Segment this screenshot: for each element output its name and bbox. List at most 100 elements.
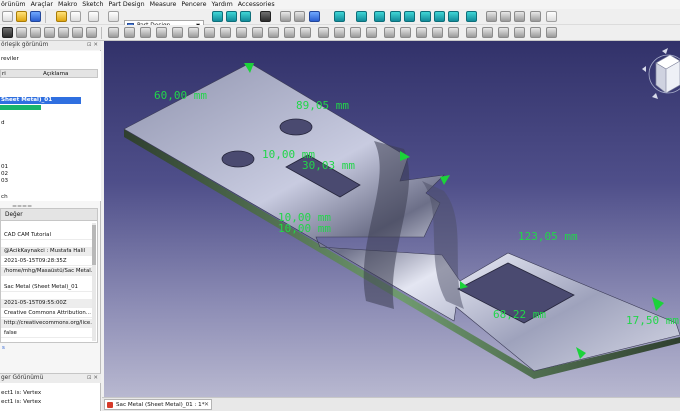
additive-pipe-icon[interactable]: [220, 27, 231, 38]
sheet-metal-bend-icon[interactable]: [514, 27, 525, 38]
dimension-label[interactable]: 89,05 mm: [296, 99, 349, 112]
tree-item-selected[interactable]: Sheet Metal)_01: [0, 97, 81, 104]
workbench-icon[interactable]: [108, 11, 119, 22]
fit-selection-icon[interactable]: [226, 11, 237, 22]
menu-part-design[interactable]: Part Design: [108, 1, 144, 8]
rear-view-icon[interactable]: [420, 11, 431, 22]
draft-icon[interactable]: [284, 27, 295, 38]
menu-accessories[interactable]: Accessories: [238, 1, 275, 8]
polar-pattern-icon[interactable]: [350, 27, 361, 38]
measure-distance-icon[interactable]: [466, 11, 477, 22]
document-tab[interactable]: Sac Metal (Sheet Metal)_01 : 1* ✕: [104, 399, 212, 410]
dimension-label[interactable]: 123,05 mm: [518, 230, 578, 243]
create-body-icon[interactable]: [2, 27, 13, 38]
sheet-metal-junction-icon[interactable]: [498, 27, 509, 38]
rectangle-icon[interactable]: [72, 27, 83, 38]
open-folder-icon[interactable]: [16, 11, 27, 22]
property-editor[interactable]: Değer CAD CAM Tutorial @AcikKaynakci : M…: [0, 208, 98, 343]
additive-loft-icon[interactable]: [204, 27, 215, 38]
close-icon[interactable]: ✕: [204, 400, 209, 410]
circle-icon[interactable]: [86, 27, 97, 38]
constraint-icon[interactable]: [108, 27, 119, 38]
stereo-icon[interactable]: [260, 11, 271, 22]
sheet-metal-extend-icon[interactable]: [416, 27, 427, 38]
hole-feature[interactable]: [279, 118, 313, 136]
sheet-metal-form-icon[interactable]: [546, 27, 557, 38]
cut-icon[interactable]: [56, 11, 67, 22]
part-icon[interactable]: [486, 11, 497, 22]
vertex-marker[interactable]: [652, 297, 664, 311]
new-document-icon[interactable]: [2, 11, 13, 22]
menu-window[interactable]: Pencere: [181, 1, 206, 8]
groove-icon[interactable]: [188, 27, 199, 38]
tree-item[interactable]: ch: [1, 194, 8, 200]
fit-all-icon[interactable]: [212, 11, 223, 22]
left-view-icon[interactable]: [448, 11, 459, 22]
polyline-icon[interactable]: [44, 27, 55, 38]
tree-item[interactable]: 01: [1, 164, 8, 170]
draw-style-icon[interactable]: [240, 11, 251, 22]
property-value[interactable]: false: [1, 329, 93, 338]
property-scrollbar[interactable]: [92, 223, 96, 341]
front-view-icon[interactable]: [374, 11, 385, 22]
menu-view[interactable]: örünüm: [1, 1, 26, 8]
tree-item-highlight[interactable]: [0, 105, 41, 110]
tree-item[interactable]: 03: [1, 178, 8, 184]
viewport-canvas[interactable]: 60,00 mm 89,05 mm 10,00 mm 30,03 mm 10,0…: [104, 41, 680, 397]
revolution-icon[interactable]: [140, 27, 151, 38]
menu-macro[interactable]: Makro: [58, 1, 77, 8]
tree-item[interactable]: d: [1, 120, 5, 126]
link-icon[interactable]: [514, 11, 525, 22]
property-value[interactable]: 2021-05-15T09:55:00Z: [1, 299, 93, 308]
whats-this-icon[interactable]: [546, 11, 557, 22]
dimension-label[interactable]: 68,22 mm: [493, 308, 546, 321]
paste-icon[interactable]: [88, 11, 99, 22]
mirror-icon[interactable]: [318, 27, 329, 38]
panel-float-close-icon[interactable]: ⊡ ✕: [87, 41, 98, 50]
panel-float-close-icon[interactable]: ⊡ ✕: [87, 374, 98, 383]
menu-tools[interactable]: Araçlar: [31, 1, 53, 8]
create-sketch-icon[interactable]: [16, 27, 27, 38]
pad-icon[interactable]: [124, 27, 135, 38]
zoom-icon[interactable]: [334, 11, 345, 22]
property-value[interactable]: 2021-05-15T09:28:35Z: [1, 257, 93, 266]
top-view-icon[interactable]: [390, 11, 401, 22]
sheet-metal-wall-icon[interactable]: [400, 27, 411, 38]
property-value[interactable]: Sac Metal (Sheet Metal)_01: [1, 283, 93, 292]
property-value[interactable]: CAD CAM Tutorial: [1, 231, 93, 240]
navigation-cube[interactable]: [642, 48, 680, 99]
menu-measure[interactable]: Measure: [150, 1, 177, 8]
hole-icon[interactable]: [172, 27, 183, 38]
combo-view-tab[interactable]: s: [0, 345, 98, 353]
dimension-label[interactable]: 30,03 mm: [302, 159, 355, 172]
property-value[interactable]: Creative Commons Attribution...: [1, 309, 93, 318]
3d-viewport[interactable]: 60,00 mm 89,05 mm 10,00 mm 30,03 mm 10,0…: [104, 41, 680, 397]
right-view-icon[interactable]: [404, 11, 415, 22]
isometric-view-icon[interactable]: [356, 11, 367, 22]
pocket-icon[interactable]: [156, 27, 167, 38]
dimension-label[interactable]: 17,50 mm: [626, 314, 679, 327]
dimension-label[interactable]: 10,00 mm: [278, 222, 331, 235]
arc-icon[interactable]: [58, 27, 69, 38]
bottom-view-icon[interactable]: [434, 11, 445, 22]
dimension-label[interactable]: 60,00 mm: [154, 89, 207, 102]
chamfer-icon[interactable]: [268, 27, 279, 38]
url-icon[interactable]: [530, 11, 541, 22]
menu-help[interactable]: Yardım: [212, 1, 233, 8]
linear-pattern-icon[interactable]: [334, 27, 345, 38]
sheet-metal-fold-icon[interactable]: [432, 27, 443, 38]
sheet-metal-sketch-icon[interactable]: [530, 27, 541, 38]
sheet-metal-unfold-icon[interactable]: [448, 27, 459, 38]
save-icon[interactable]: [30, 11, 41, 22]
hole-feature[interactable]: [221, 150, 255, 168]
sheet-metal-corner-icon[interactable]: [466, 27, 477, 38]
back-arrow-icon[interactable]: [280, 11, 291, 22]
property-value[interactable]: http://creativecommons.org/lice...: [1, 319, 93, 328]
thickness-icon[interactable]: [300, 27, 311, 38]
fillet-icon[interactable]: [252, 27, 263, 38]
tree-item[interactable]: 02: [1, 171, 8, 177]
subtractive-loft-icon[interactable]: [236, 27, 247, 38]
sheet-metal-base-icon[interactable]: [384, 27, 395, 38]
property-value[interactable]: @AcikKaynakci : Mustafa Halil: [1, 247, 93, 256]
group-icon[interactable]: [500, 11, 511, 22]
